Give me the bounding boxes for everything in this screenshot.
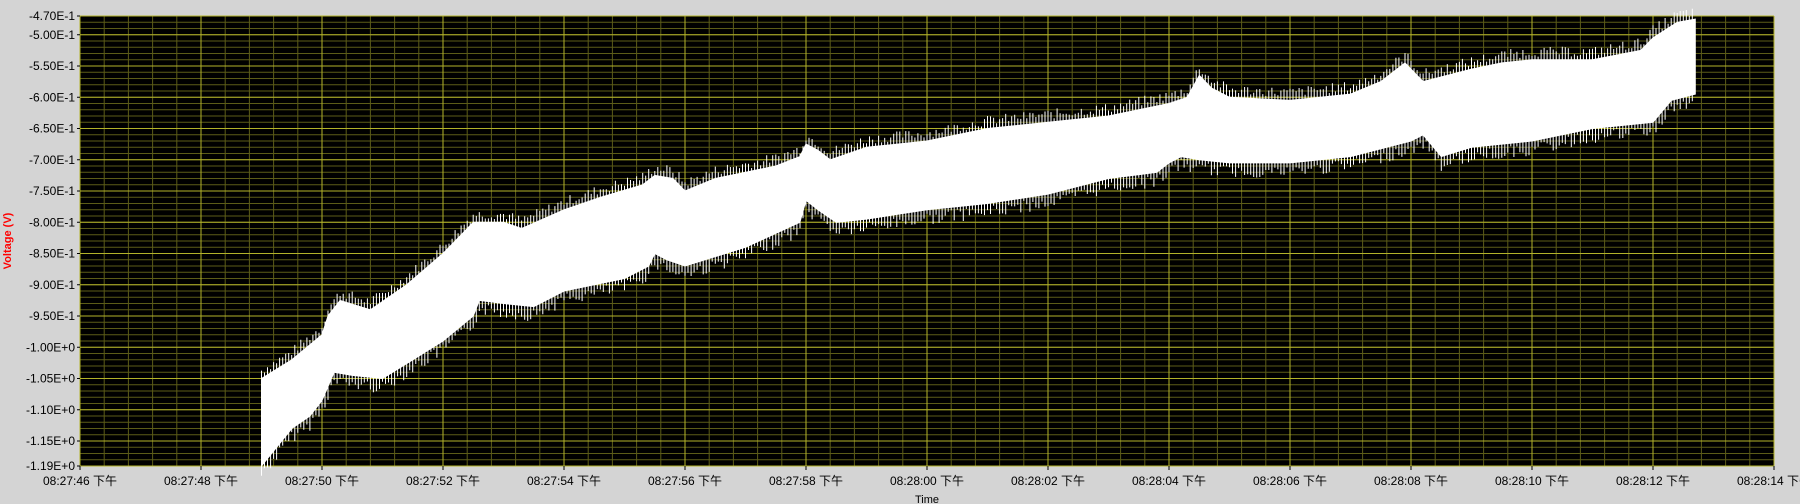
x-axis-label: Time [915,494,939,504]
x-tick-label: 08:27:54 下午 [527,474,601,488]
x-tick-label: 08:28:12 下午 [1616,474,1690,488]
x-axis-ticks: 08:27:46 下午 08:27:48 下午 08:27:50 下午 08:27:5… [43,466,1800,488]
y-tick-label: -5.50E-1 [29,59,75,73]
y-tick-label: -1.19E+0 [26,459,75,473]
x-tick-label: 08:27:48 下午 [164,474,238,488]
y-tick-label: -5.00E-1 [29,28,75,42]
x-tick-label: 08:28:00 下午 [890,474,964,488]
x-tick-label: 08:27:52 下午 [406,474,480,488]
x-tick-label: 08:27:50 下午 [285,474,359,488]
voltage-chart: -4.70E-1 -5.00E-1 -5.50E-1 -6.00E-1 -6.50E-1… [2,8,1800,504]
x-tick-label: 08:27:58 下午 [769,474,843,488]
y-axis-label: Voltage (V) [2,212,14,269]
y-tick-label: -1.00E+0 [26,340,75,354]
y-tick-label: -1.05E+0 [26,372,75,386]
y-tick-label: -4.70E-1 [29,9,75,23]
y-tick-label: -8.50E-1 [29,247,75,261]
x-tick-label: 08:28:14 下午 [1737,474,1800,488]
x-tick-label: 08:28:02 下午 [1011,474,1085,488]
y-tick-label: -7.50E-1 [29,184,75,198]
y-tick-label: -1.15E+0 [26,434,75,448]
x-tick-label: 08:28:08 下午 [1374,474,1448,488]
y-axis-ticks: -4.70E-1 -5.00E-1 -5.50E-1 -6.00E-1 -6.50E-1… [26,9,80,473]
y-tick-label: -6.00E-1 [29,90,75,104]
y-tick-label: -9.50E-1 [29,309,75,323]
y-tick-label: -6.50E-1 [29,122,75,136]
x-tick-label: 08:28:10 下午 [1495,474,1569,488]
y-tick-label: -9.00E-1 [29,278,75,292]
y-tick-label: -8.00E-1 [29,215,75,229]
x-tick-label: 08:27:46 下午 [43,474,117,488]
x-tick-label: 08:28:04 下午 [1132,474,1206,488]
x-tick-label: 08:27:56 下午 [648,474,722,488]
y-tick-label: -7.00E-1 [29,153,75,167]
x-tick-label: 08:28:06 下午 [1253,474,1327,488]
y-tick-label: -1.10E+0 [26,403,75,417]
